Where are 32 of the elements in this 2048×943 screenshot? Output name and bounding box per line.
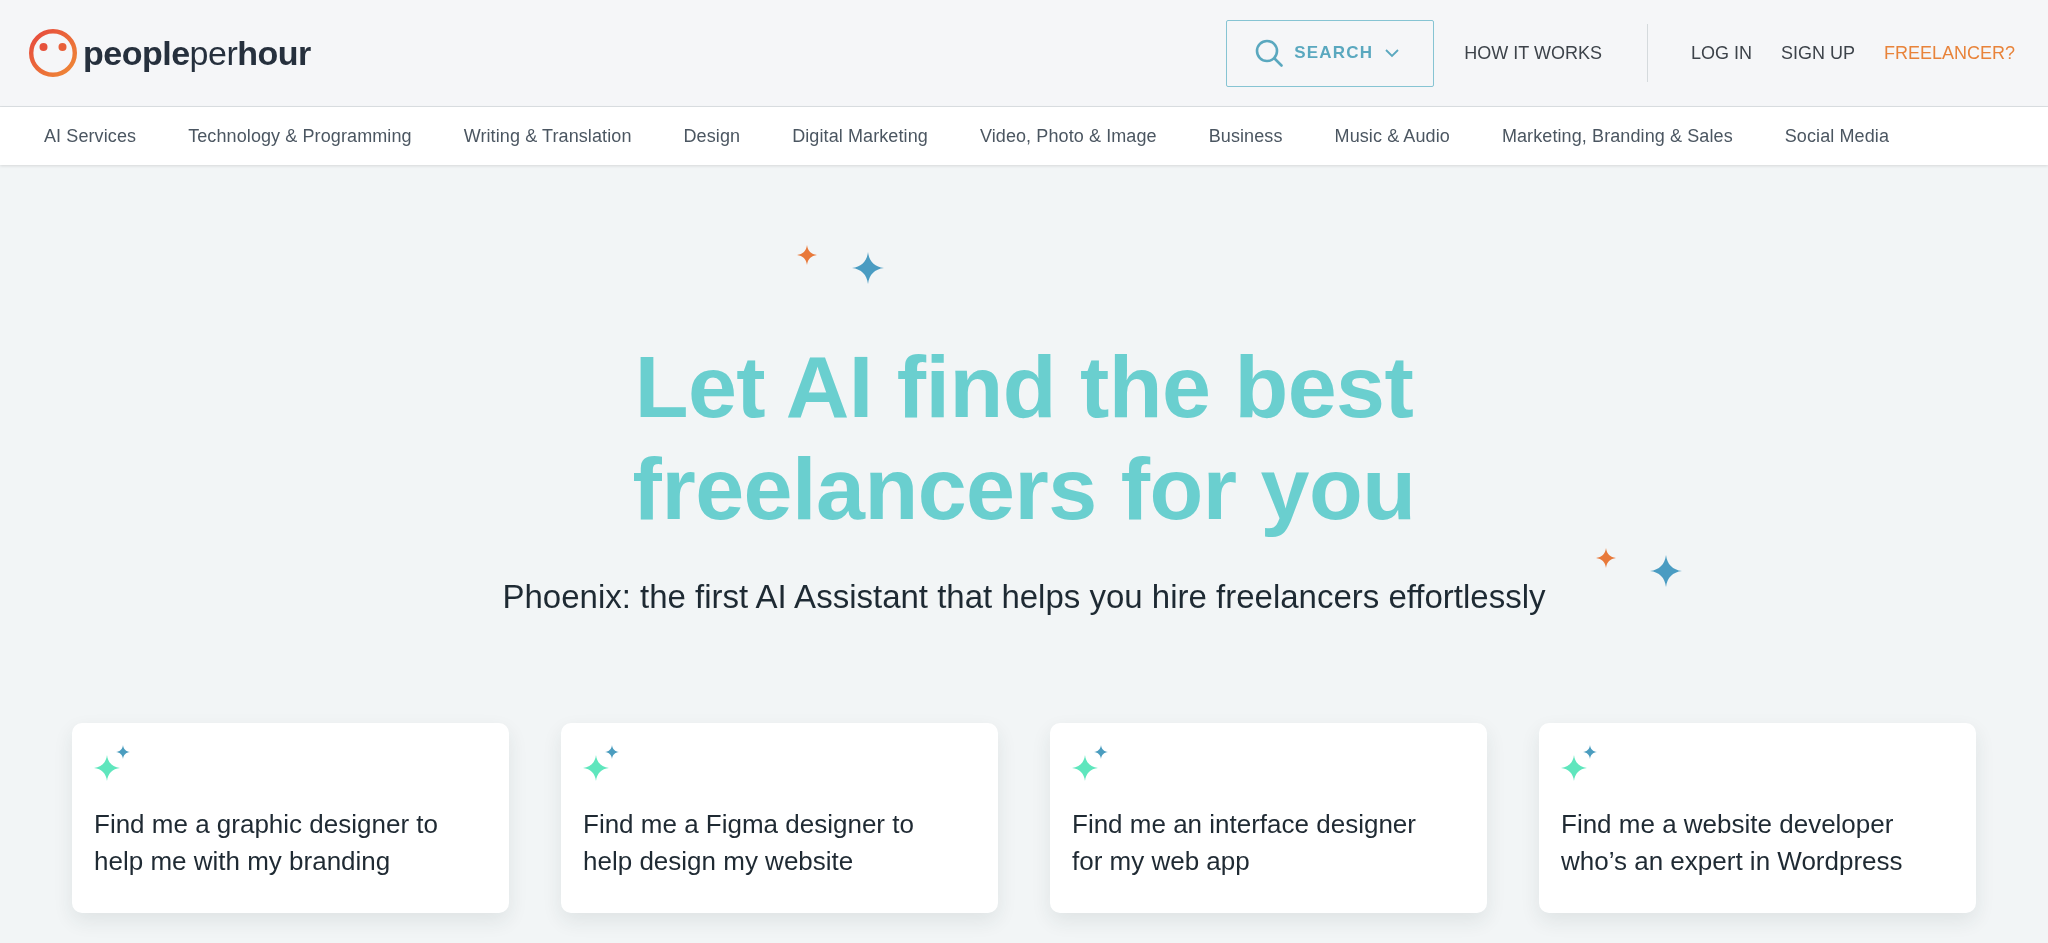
sparkle-icon xyxy=(1596,548,1616,568)
category-link[interactable]: Design xyxy=(657,122,767,150)
category-link[interactable]: Marketing, Branding & Sales xyxy=(1475,122,1759,150)
hero-subtitle: Phoenix: the first AI Assistant that helps you hire freelancers effortlessly xyxy=(502,577,1546,617)
category-link[interactable]: Social Media xyxy=(1758,122,1915,150)
account-link[interactable]: SIGN UP xyxy=(1780,39,1855,67)
category-link[interactable]: Digital Marketing xyxy=(766,122,954,150)
sparkle-icon xyxy=(1650,555,1682,587)
chevron-down-icon xyxy=(1385,48,1400,58)
sparkles-icon xyxy=(583,745,619,781)
account-link[interactable]: LOG IN xyxy=(1690,39,1752,67)
logo-face-icon xyxy=(29,29,77,77)
prompt-card[interactable]: Find me a graphic designer to help me with my branding xyxy=(72,723,509,913)
category-link[interactable]: Technology & Programming xyxy=(162,122,438,150)
sparkle-icon xyxy=(797,245,817,265)
search-icon xyxy=(1255,39,1284,67)
category-link[interactable]: Video, Photo & Image xyxy=(953,122,1183,150)
logo-wordmark: peopleperhour xyxy=(83,36,311,70)
sparkles-icon xyxy=(94,745,130,781)
sparkle-icon xyxy=(852,252,884,284)
category-link[interactable]: Writing & Translation xyxy=(437,122,658,150)
sparkles-icon xyxy=(1561,745,1597,781)
category-link[interactable]: AI Services xyxy=(18,122,163,150)
category-link[interactable]: Music & Audio xyxy=(1308,122,1476,150)
hero-heading: Let AI find the best freelancers for you xyxy=(631,336,1417,540)
prompt-card[interactable]: Find me an interface designer for my web app xyxy=(1050,723,1487,913)
category-link[interactable]: Business xyxy=(1182,122,1309,150)
nav-link[interactable]: HOW IT WORKS xyxy=(1464,39,1602,67)
sparkles-icon xyxy=(1072,745,1108,781)
prompt-card[interactable]: Find me a Figma designer to help design my website xyxy=(561,723,998,913)
prompt-card[interactable]: Find me a website developer who’s an expert in Wordpress xyxy=(1539,723,1976,913)
logo[interactable]: peopleperhour xyxy=(29,29,311,77)
